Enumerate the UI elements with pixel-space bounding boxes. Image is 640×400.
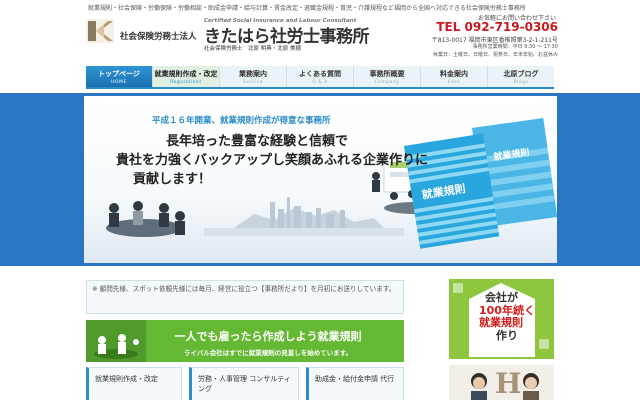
office-holidays: 休業日：土曜日、日曜日、祝祭日、年末年始、お盆休み	[432, 52, 558, 58]
nav-home[interactable]: トップページ HOME	[86, 66, 153, 87]
phone-number[interactable]: TEL 092-719-0306	[436, 20, 558, 34]
nav-company[interactable]: 事務所概要 Company	[354, 66, 421, 87]
main-nav: トップページ HOME 就業規則作成・改定 Regulations 業務案内 S…	[86, 66, 554, 89]
hero-tag: 平成１６年開業、就業規則作成が得意な事務所	[152, 116, 331, 126]
logo-mark-icon[interactable]	[86, 19, 114, 43]
nav-service[interactable]: 業務案内 Service	[220, 66, 287, 87]
nav-service-sub: Service	[242, 80, 264, 85]
newsletter-notice: ※ 顧問先様、スポット依頼先様には毎月、経営に役立つ【事務所だより】を月初にお送…	[86, 280, 404, 314]
nav-regulations-label: 就業規則作成・改定	[154, 70, 218, 78]
staff-photo-mark: H	[495, 367, 522, 400]
consultant-names: 社会保険労務士 北原 明典・北原 美穂	[204, 46, 301, 52]
nav-home-sub: HOME	[111, 80, 127, 85]
office-hours: 事務所営業時間：平日 9:30 ～ 17:30	[472, 44, 558, 50]
nav-home-label: トップページ	[98, 70, 140, 78]
service-box-regulations[interactable]: 就業規則作成・改定	[86, 367, 182, 400]
ad-line-4: 作り	[496, 329, 518, 342]
nav-regulations-sub: Regulations	[170, 80, 202, 85]
corp-type-label: 社会保険労務士法人	[120, 32, 197, 42]
page: 就業規則・社会保険・労働保険・労働相談・助成金申請・給与計算・賃金改定・退職金規…	[0, 0, 640, 400]
banner-subline: ライバル会社はすでに就業規則の見直しを始めています。	[183, 349, 353, 357]
service-box-subsidy[interactable]: 助成金・給付金申請 代行	[306, 367, 404, 400]
nav-qa[interactable]: よくある質問 Q & A	[287, 66, 354, 87]
nav-blogs-sub: Blogs	[513, 80, 529, 85]
nav-regulations[interactable]: 就業規則作成・改定 Regulations	[153, 66, 220, 87]
nav-fees[interactable]: 料金案内 Fees	[421, 66, 488, 87]
hero-headline-1: 長年培った豊富な経験と信頼で	[166, 134, 349, 149]
hero-headline-3: 貢献します！	[133, 172, 212, 187]
sidebar-staff-photo[interactable]: H	[449, 365, 554, 400]
hero-image: 就業規則 就業規則 平成１６年開業、就業規則作成が得意な事務所 長年培った豊富な…	[84, 96, 557, 263]
nav-qa-label: よくある質問	[299, 70, 341, 78]
meeting-people-icon	[106, 201, 185, 237]
city-skyline-icon	[234, 197, 384, 228]
nav-blogs-label: 北原ブログ	[503, 70, 539, 78]
nav-qa-sub: Q & A	[312, 80, 328, 85]
sidebar-ad-100-years[interactable]: 会社が 100年続く 就業規則 作り	[449, 279, 554, 359]
site-tagline: 就業規則・社会保険・労働保険・労働相談・助成金申請・給与計算・賃金改定・退職金規…	[88, 5, 526, 12]
regulations-banner[interactable]: 一人でも雇ったら作成しよう就業規則 ライバル会社はすでに就業規則の見直しを始めて…	[86, 320, 404, 362]
banner-headline: 一人でも雇ったら作成しよう就業規則	[174, 330, 362, 343]
hero-headline-2: 貴社を力強くバックアップし笑顔あふれる企業作りに	[116, 153, 429, 168]
service-box-consulting[interactable]: 労務・人事管理 コンサルティング	[189, 367, 299, 400]
nav-blogs[interactable]: 北原ブログ Blogs	[488, 66, 554, 87]
hero-banner: 就業規則 就業規則 平成１６年開業、就業規則作成が得意な事務所 長年培った豊富な…	[0, 93, 640, 266]
nav-fees-label: 料金案内	[440, 70, 468, 78]
nav-fees-sub: Fees	[447, 80, 461, 85]
nav-company-label: 事務所概要	[369, 70, 405, 78]
nav-service-label: 業務案内	[239, 70, 267, 78]
nav-company-sub: Company	[374, 80, 400, 85]
